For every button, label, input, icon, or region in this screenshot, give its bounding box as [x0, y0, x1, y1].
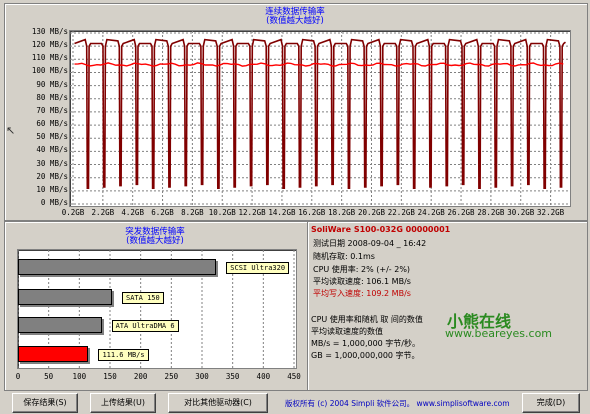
y-tick-label: 110 MB/s [31, 53, 68, 63]
y-tick-label: 100 MB/s [31, 66, 68, 76]
x-tick-label: 18.2GB [328, 208, 356, 217]
top-chart-plot [69, 30, 571, 207]
burst-bar [18, 259, 217, 275]
burst-chart-subtitle: (数值越大越好) [126, 236, 184, 246]
watermark-en: www.beareyes.com [445, 327, 553, 340]
top-chart-svg [70, 31, 570, 206]
top-chart-subtitle: (数值越大越好) [266, 16, 324, 26]
x-tick-label: 0.2GB [61, 208, 85, 217]
x-tick-label: 30.2GB [507, 208, 535, 217]
burst-x-tick-label: 150 [103, 372, 117, 381]
burst-x-tick-label: 300 [195, 372, 209, 381]
burst-bar [18, 317, 102, 333]
x-tick-label: 32.2GB [537, 208, 565, 217]
x-tick-label: 14.2GB [268, 208, 296, 217]
burst-x-tick-label: 0 [15, 372, 21, 381]
x-tick-label: 4.2GB [121, 208, 144, 217]
x-tick-label: 6.2GB [151, 208, 174, 217]
burst-bar-label: SATA 150 [122, 292, 164, 304]
y-tick-label: 60 MB/s [36, 119, 68, 129]
burst-x-tick-label: 250 [164, 372, 179, 381]
y-tick-label: 130 MB/s [31, 27, 68, 36]
info-content: SoliWare S100-032G 00000001 测试日期 2008-09… [311, 224, 583, 386]
burst-bar-label: 111.6 MB/s [98, 349, 149, 361]
x-tick-label: 26.2GB [447, 208, 475, 217]
cursor-icon: ↖ [6, 124, 16, 137]
y-tick-label: 10 MB/s [36, 184, 68, 194]
y-tick-label: 20 MB/s [36, 171, 68, 181]
burst-bar-label: SCSI Ultra320 [226, 262, 290, 274]
burst-x-tick-label: 350 [225, 372, 240, 381]
burst-x-tick-label: 50 [44, 372, 54, 381]
y-tick-label: 80 MB/s [36, 92, 68, 102]
burst-bar [18, 346, 89, 362]
note-line-1: CPU 使用率和随机 取 间的数值 [311, 315, 423, 324]
burst-chart-plot: SCSI Ultra320 SATA 150 ATA UltraDMA 6 111.6… [17, 249, 297, 369]
x-tick-label: 22.2GB [387, 208, 415, 217]
y-tick-label: 0 MB/s [40, 198, 68, 207]
random-access: 随机存取: 0.1ms [313, 252, 375, 261]
compare-drives-button[interactable]: 对比其他驱动器(C) [168, 393, 268, 413]
burst-x-tick-label: 100 [72, 372, 87, 381]
burst-bar [18, 289, 112, 305]
cpu-usage: CPU 使用率: 2% (+/- 2%) [313, 265, 411, 274]
test-date: 测试日期 2008-09-04 _ 16:42 [313, 239, 427, 248]
burst-x-tick-label: 400 [256, 372, 271, 381]
burst-bar-label: ATA UltraDMA 6 [111, 320, 179, 332]
avg-write-speed: 平均写入速度: 109.2 MB/s [313, 289, 411, 298]
write-series-line [74, 38, 566, 189]
y-tick-label: 120 MB/s [31, 40, 68, 50]
x-tick-label: 20.2GB [357, 208, 386, 217]
avg-read-speed: 平均读取速度: 106.1 MB/s [313, 277, 411, 286]
x-tick-label: 28.2GB [477, 208, 505, 217]
x-tick-label: 16.2GB [298, 208, 326, 217]
y-tick-label: 70 MB/s [36, 105, 68, 115]
note-line-4: GB = 1,000,000,000 字节。 [311, 351, 420, 360]
copyright-text: 版权所有 (c) 2004 Simpli 软件公司。 www.simplisof… [285, 399, 510, 408]
save-results-button[interactable]: 保存结果(S) [12, 393, 78, 413]
burst-x-tick-label: 450 [287, 372, 301, 381]
done-button[interactable]: 完成(D) [522, 393, 580, 413]
note-line-3: MB/s = 1,000,000 字节/秒。 [311, 339, 420, 348]
x-tick-label: 12.2GB [238, 208, 266, 217]
device-name: SoliWare S100-032G 00000001 [311, 225, 451, 234]
y-tick-label: 90 MB/s [36, 79, 68, 89]
upload-results-button[interactable]: 上传结果(U) [90, 393, 156, 413]
y-tick-label: 50 MB/s [36, 132, 68, 142]
x-tick-label: 24.2GB [417, 208, 445, 217]
x-tick-label: 10.2GB [208, 208, 236, 217]
y-tick-label: 30 MB/s [36, 158, 68, 168]
x-tick-label: 2.2GB [91, 208, 115, 217]
note-line-2: 平均读取速度的数值 [311, 327, 383, 336]
x-tick-label: 8.2GB [181, 208, 204, 217]
read-series-line [74, 62, 564, 67]
y-tick-label: 40 MB/s [36, 145, 68, 155]
burst-x-tick-label: 200 [133, 372, 148, 381]
